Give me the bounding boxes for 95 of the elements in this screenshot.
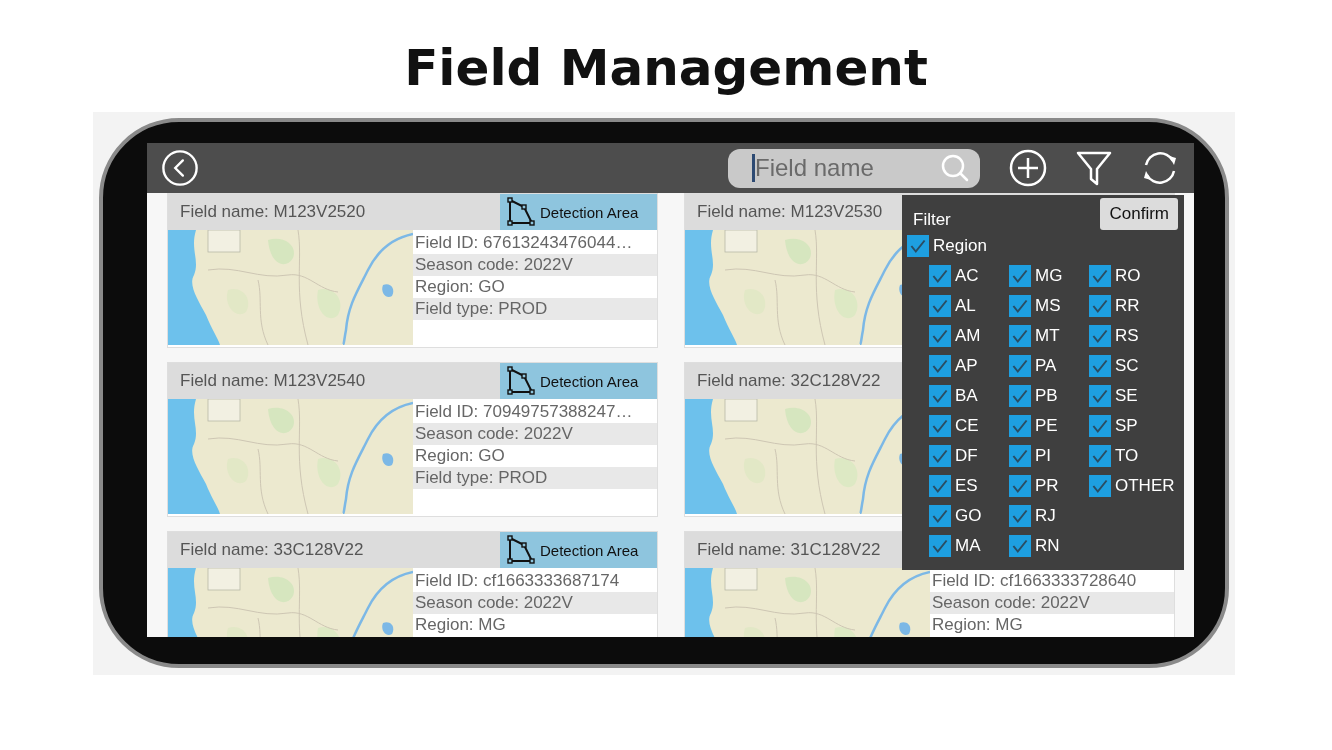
- checkbox[interactable]: [907, 235, 929, 257]
- checkbox-label: AP: [955, 356, 978, 376]
- checkbox-label: GO: [955, 506, 982, 526]
- field-detail: Season code: 2022V: [413, 254, 657, 276]
- field-detail: Region: MG: [931, 614, 1024, 636]
- field-name: Field name: M123V2530: [697, 202, 883, 222]
- checkbox-label: CE: [955, 416, 979, 436]
- checkbox[interactable]: [929, 535, 951, 557]
- field-detail: Region: MG: [414, 614, 507, 636]
- checkbox[interactable]: [1009, 535, 1031, 557]
- field-card[interactable]: Field name: 33C128V22 Detection Area Field ID: cf1663333687174 Season code: 2022V Region: MG: [167, 531, 658, 637]
- search-input[interactable]: Field name: [755, 154, 940, 182]
- checkbox-label: MG: [1035, 266, 1063, 286]
- field-detail: Field type: PROD: [413, 298, 657, 320]
- field-detail: Region: GO: [414, 276, 506, 298]
- checkbox[interactable]: [1009, 475, 1031, 497]
- checkbox-label: PE: [1035, 416, 1058, 436]
- checkbox-label: AL: [955, 296, 976, 316]
- checkbox[interactable]: [1089, 355, 1111, 377]
- checkbox-label: MS: [1035, 296, 1061, 316]
- field-detail: Season code: 2022V: [413, 423, 657, 445]
- polygon-icon: [506, 197, 536, 227]
- add-icon[interactable]: [1008, 148, 1048, 188]
- checkbox[interactable]: [1009, 385, 1031, 407]
- polygon-icon: [506, 366, 536, 396]
- checkbox[interactable]: [1009, 445, 1031, 467]
- checkbox-label: RO: [1115, 266, 1141, 286]
- field-name: Field name: 32C128V22: [697, 371, 881, 391]
- checkbox-label: OTHER: [1115, 476, 1175, 496]
- checkbox[interactable]: [1089, 385, 1111, 407]
- checkbox[interactable]: [929, 295, 951, 317]
- checkbox-label: RS: [1115, 326, 1139, 346]
- checkbox-label: SE: [1115, 386, 1138, 406]
- checkbox-label: AM: [955, 326, 981, 346]
- checkbox-label: MA: [955, 536, 981, 556]
- checkbox[interactable]: [929, 385, 951, 407]
- search-field[interactable]: Field name: [728, 148, 980, 188]
- checkbox-label: RN: [1035, 536, 1060, 556]
- field-detail: Field type: PROD: [413, 467, 657, 489]
- checkbox-label: ES: [955, 476, 978, 496]
- back-icon[interactable]: [161, 149, 199, 187]
- checkbox[interactable]: [1089, 295, 1111, 317]
- checkbox-label: DF: [955, 446, 978, 466]
- field-name: Field name: M123V2540: [180, 371, 366, 391]
- field-detail: Region: GO: [414, 445, 506, 467]
- field-detail: Field ID: cf1663333728640: [931, 570, 1138, 592]
- checkbox[interactable]: [929, 355, 951, 377]
- checkbox[interactable]: [1009, 265, 1031, 287]
- checkbox-label: PB: [1035, 386, 1058, 406]
- polygon-icon: [506, 535, 536, 565]
- checkbox[interactable]: [1009, 415, 1031, 437]
- checkbox-label: PR: [1035, 476, 1059, 496]
- field-card[interactable]: Field name: M123V2540 Detection Area Field ID: 70949757388247… Season code: 2022V Region: GO Field type: PROD: [167, 362, 658, 517]
- checkbox-label: PA: [1035, 356, 1057, 376]
- checkbox[interactable]: [1009, 505, 1031, 527]
- checkbox-label: MT: [1035, 326, 1060, 346]
- field-detail: Season code: 2022V: [413, 592, 657, 614]
- filter-title: Filter: [912, 210, 951, 230]
- checkbox[interactable]: [1089, 475, 1111, 497]
- field-detail: Field ID: 67613243476044…: [414, 232, 634, 254]
- checkbox-label: RR: [1115, 296, 1140, 316]
- field-name: Field name: M123V2520: [180, 202, 366, 222]
- field-detail: Field ID: 70949757388247…: [414, 401, 634, 423]
- detection-area-button[interactable]: Detection Area: [500, 532, 657, 568]
- confirm-button[interactable]: Confirm: [1100, 198, 1178, 230]
- search-icon[interactable]: [940, 153, 970, 183]
- checkbox[interactable]: [1089, 325, 1111, 347]
- checkbox-label: BA: [955, 386, 978, 406]
- field-name: Field name: 33C128V22: [180, 540, 364, 560]
- checkbox[interactable]: [1089, 415, 1111, 437]
- checkbox-label: AC: [955, 266, 979, 286]
- field-card[interactable]: Field name: M123V2520 Detection Area Field ID: 67613243476044… Season code: 2022V Region: GO Field type: PROD: [167, 193, 658, 348]
- checkbox[interactable]: [1009, 325, 1031, 347]
- checkbox[interactable]: [1009, 355, 1031, 377]
- field-name: Field name: 31C128V22: [697, 540, 881, 560]
- checkbox[interactable]: [929, 415, 951, 437]
- checkbox-label: TO: [1115, 446, 1139, 466]
- checkbox[interactable]: [929, 325, 951, 347]
- detection-area-button[interactable]: Detection Area: [500, 194, 657, 230]
- checkbox[interactable]: [1089, 445, 1111, 467]
- checkbox[interactable]: [1089, 265, 1111, 287]
- field-detail: Season code: 2022V: [930, 592, 1174, 614]
- detection-area-button[interactable]: Detection Area: [500, 363, 657, 399]
- checkbox[interactable]: [1009, 295, 1031, 317]
- checkbox[interactable]: [929, 475, 951, 497]
- checkbox-label: PI: [1035, 446, 1052, 466]
- checkbox-label: SC: [1115, 356, 1139, 376]
- checkbox-label: SP: [1115, 416, 1138, 436]
- checkbox[interactable]: [929, 505, 951, 527]
- field-detail: Field ID: cf1663333687174: [414, 570, 621, 592]
- checkbox-label: RJ: [1035, 506, 1056, 526]
- checkbox[interactable]: [929, 265, 951, 287]
- checkbox[interactable]: [929, 445, 951, 467]
- checkbox-label: Region: [933, 236, 987, 256]
- page-title: Field Management: [404, 38, 928, 98]
